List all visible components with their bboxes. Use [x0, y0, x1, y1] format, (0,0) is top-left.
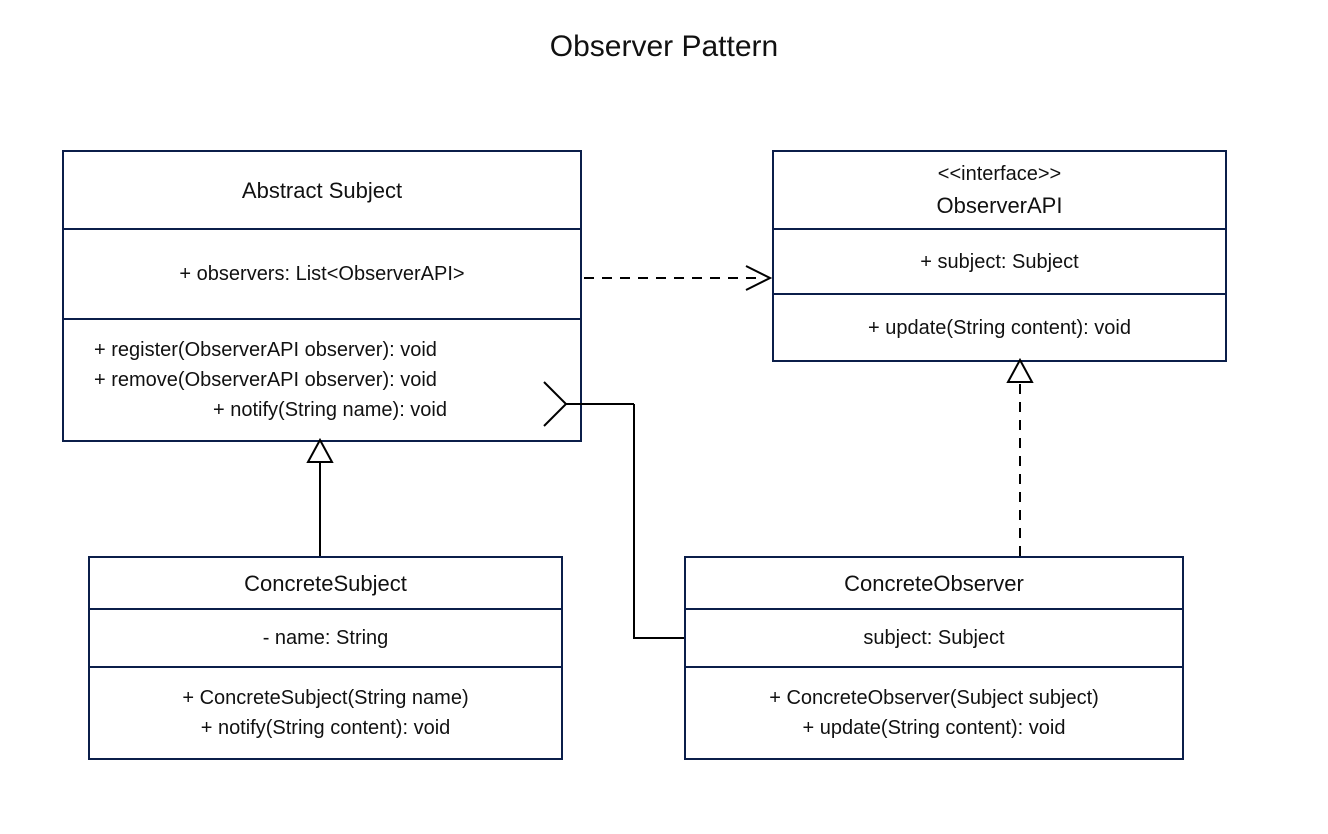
method: + remove(ObserverAPI observer): void: [94, 365, 566, 395]
class-concrete-subject: ConcreteSubject - name: String + Concret…: [88, 556, 563, 760]
class-name: ConcreteSubject: [104, 567, 547, 600]
attribute: subject: Subject: [700, 623, 1168, 653]
generalization-arrow: [308, 440, 332, 556]
realization-arrow: [1008, 360, 1032, 556]
class-name: ObserverAPI: [780, 189, 1219, 222]
class-name: ConcreteObserver: [700, 567, 1168, 600]
diagram-title: Observer Pattern: [0, 30, 1328, 64]
method: + notify(String content): void: [104, 713, 547, 743]
method: + ConcreteSubject(String name): [104, 683, 547, 713]
attribute: + subject: Subject: [788, 247, 1211, 277]
method: + notify(String name): void: [94, 395, 566, 425]
method: + update(String content): void: [700, 713, 1168, 743]
dependency-arrow: [584, 266, 770, 290]
attribute: - name: String: [104, 623, 547, 653]
uml-canvas: Observer Pattern Abstract Subject + obse…: [0, 0, 1328, 834]
class-abstract-subject: Abstract Subject + observers: List<Obser…: [62, 150, 582, 442]
class-observer-api: <<interface>> ObserverAPI + subject: Sub…: [772, 150, 1227, 362]
class-name: Abstract Subject: [78, 174, 566, 207]
stereotype: <<interface>>: [780, 159, 1219, 189]
method: + ConcreteObserver(Subject subject): [700, 683, 1168, 713]
class-concrete-observer: ConcreteObserver subject: Subject + Conc…: [684, 556, 1184, 760]
method: + register(ObserverAPI observer): void: [94, 335, 566, 365]
attribute: + observers: List<ObserverAPI>: [78, 259, 566, 289]
method: + update(String content): void: [788, 313, 1211, 343]
